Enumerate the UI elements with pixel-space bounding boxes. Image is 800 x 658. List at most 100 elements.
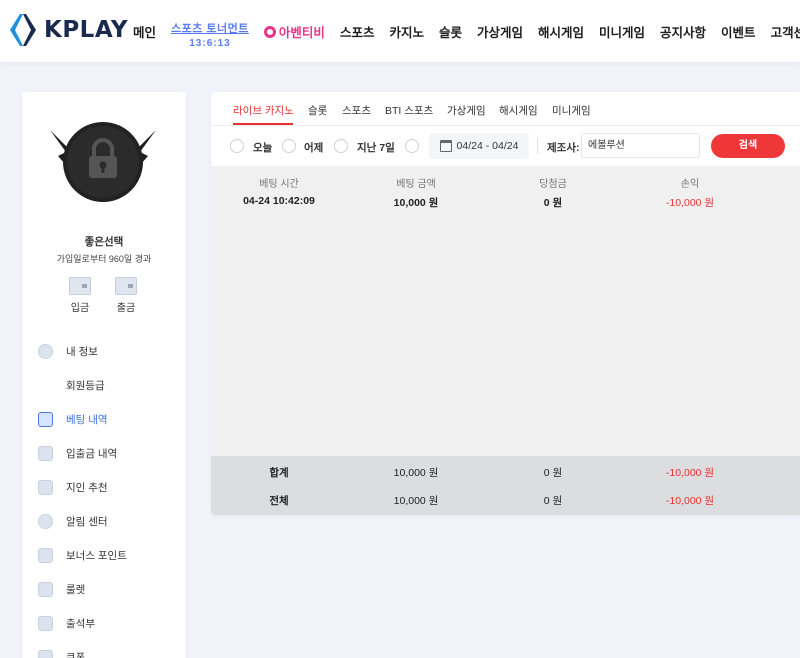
- game-tabs: 라이브 카지노 슬롯 스포츠 BTI 스포츠 가상게임 해시게임 미니게임: [211, 92, 800, 126]
- radio-yesterday[interactable]: [282, 139, 296, 153]
- nav-hash[interactable]: 해시게임: [538, 0, 584, 41]
- subtotal-winnings: 0 원: [543, 467, 563, 479]
- joined-days: 가입일로부터 960일 경과: [56, 254, 152, 264]
- main-nav: 메인 스포츠 토너먼트 13:6:13 아벤티비 스포츠 카지노 슬롯 가상게임…: [133, 0, 800, 62]
- menu-label: 출석부: [66, 617, 95, 630]
- radio-custom-range[interactable]: [405, 139, 419, 153]
- blank-icon: [38, 378, 53, 393]
- tab-live-casino[interactable]: 라이브 카지노: [233, 103, 294, 118]
- tab-hash[interactable]: 해시게임: [499, 103, 538, 118]
- total-label: 전체: [269, 495, 289, 507]
- tab-sports[interactable]: 스포츠: [342, 103, 371, 118]
- nav-event[interactable]: 이벤트: [721, 0, 756, 41]
- nav-sports[interactable]: 스포츠: [340, 0, 375, 41]
- bet-amount: 10,000 원: [393, 197, 439, 209]
- nav-support[interactable]: 고객센터: [771, 0, 800, 41]
- menu-coupon[interactable]: 쿠폰: [38, 640, 178, 658]
- mail-icon: [38, 479, 53, 495]
- document-icon: [38, 411, 53, 427]
- user-icon: [38, 343, 53, 359]
- kplay-logo[interactable]: KPLAY: [8, 12, 128, 48]
- check-icon: [38, 615, 53, 631]
- subtotal-label: 합계: [269, 467, 289, 479]
- last-7-days-label: 지난 7일: [357, 142, 395, 154]
- menu-label: 알림 센터: [66, 515, 108, 528]
- tab-bti-sports[interactable]: BTI 스포츠: [385, 103, 433, 118]
- total-winnings: 0 원: [543, 495, 563, 507]
- deposit-button[interactable]: 입금: [66, 277, 94, 314]
- withdraw-label: 출금: [116, 303, 136, 314]
- menu-transaction-history[interactable]: 입출금 내역: [38, 436, 178, 470]
- divider: [537, 138, 538, 154]
- live-icon: [263, 25, 276, 38]
- column-header: 손익: [680, 179, 700, 190]
- menu-bonus-points[interactable]: 보너스 포인트: [38, 538, 178, 572]
- radio-last-7-days[interactable]: [334, 139, 348, 153]
- menu-notifications[interactable]: 알림 센터: [38, 504, 178, 538]
- menu-label: 내 정보: [66, 345, 98, 358]
- top-header: KPLAY 메인 스포츠 토너먼트 13:6:13 아벤티비 스포츠 카지노 슬…: [0, 0, 800, 62]
- menu-attendance[interactable]: 출석부: [38, 606, 178, 640]
- nav-live-tv-label: 아벤티비: [278, 26, 325, 40]
- table-footer: 합계 10,000 원 0 원 -10,000 원 전체 10,000 원 0 …: [211, 456, 800, 515]
- column-header: 베팅 시간: [259, 179, 299, 190]
- betting-history-panel: 라이브 카지노 슬롯 스포츠 BTI 스포츠 가상게임 해시게임 미니게임 오늘…: [211, 92, 800, 515]
- wallet-icon: [38, 547, 53, 563]
- total-bet: 10,000 원: [393, 495, 439, 507]
- nav-main[interactable]: 메인: [133, 0, 156, 41]
- nav-virtual[interactable]: 가상게임: [477, 0, 523, 41]
- menu-label: 쿠폰: [66, 651, 86, 658]
- withdraw-button[interactable]: 출금: [112, 277, 140, 314]
- calendar-icon: [439, 140, 452, 152]
- radio-today[interactable]: [230, 139, 244, 153]
- total-profit: -10,000 원: [665, 495, 715, 507]
- bet-time: 04-24 10:42:09: [243, 195, 315, 207]
- deposit-label: 입금: [70, 303, 90, 314]
- provider-select[interactable]: 에볼루션: [581, 133, 700, 158]
- active-tab-indicator: [233, 123, 293, 125]
- tab-mini[interactable]: 미니게임: [552, 103, 591, 118]
- tournament-countdown: 13:6:13: [189, 38, 231, 49]
- nav-casino[interactable]: 카지노: [389, 0, 424, 41]
- menu-label: 베팅 내역: [66, 413, 108, 426]
- table-row[interactable]: 04-24 10:42:09 10,000 원 0 원 -10,000 원: [211, 195, 800, 219]
- nav-notice[interactable]: 공지사항: [660, 0, 706, 41]
- date-range-picker[interactable]: 04/24 - 04/24: [429, 133, 529, 159]
- logo-text: KPLAY: [44, 17, 129, 43]
- subtotal-profit: -10,000 원: [665, 467, 715, 479]
- account-sidebar: 좋은선택 가입일로부터 960일 경과 입금 출금 내 정보 회원등급 베팅 내…: [22, 92, 186, 658]
- nav-live-tv[interactable]: 아벤티비: [263, 0, 325, 41]
- wallet-icon: [69, 277, 91, 295]
- username: 좋은선택: [84, 236, 124, 248]
- menu-roulette[interactable]: 룰렛: [38, 572, 178, 606]
- menu-label: 입출금 내역: [66, 447, 118, 460]
- menu-member-level[interactable]: 회원등급: [38, 368, 178, 402]
- nav-slot[interactable]: 슬롯: [439, 0, 462, 41]
- today-label: 오늘: [253, 142, 273, 154]
- nav-sports-tournament-label: 스포츠 토너먼트: [171, 23, 249, 35]
- menu-referral[interactable]: 지인 추천: [38, 470, 178, 504]
- search-button[interactable]: 검색: [711, 134, 785, 158]
- yesterday-label: 어제: [304, 142, 324, 154]
- avatar: [50, 122, 156, 202]
- account-menu: 내 정보 회원등급 베팅 내역 입출금 내역 지인 추천 알림 센터 보너스 포…: [38, 334, 178, 658]
- provider-label: 제조사:: [547, 142, 580, 154]
- nav-mini[interactable]: 미니게임: [599, 0, 645, 41]
- tab-slot[interactable]: 슬롯: [308, 103, 327, 118]
- nav-sports-tournament[interactable]: 스포츠 토너먼트 13:6:13: [171, 0, 249, 49]
- menu-label: 보너스 포인트: [66, 549, 127, 562]
- menu-my-info[interactable]: 내 정보: [38, 334, 178, 368]
- date-range-value: 04/24 - 04/24: [456, 140, 519, 152]
- logo-mark-icon: [10, 14, 36, 46]
- column-header: 베팅 금액: [396, 179, 436, 190]
- menu-label: 회원등급: [66, 379, 105, 392]
- total-row: 전체 10,000 원 0 원 -10,000 원: [211, 489, 800, 513]
- menu-betting-history[interactable]: 베팅 내역: [38, 402, 178, 436]
- tab-virtual[interactable]: 가상게임: [447, 103, 486, 118]
- chat-icon: [38, 513, 53, 529]
- column-header: 당첨금: [539, 179, 567, 190]
- betting-table: 베팅 시간 베팅 금액 당첨금 손익 04-24 10:42:09 10,000…: [211, 166, 800, 456]
- menu-label: 룰렛: [66, 583, 86, 596]
- wallet-icon: [38, 445, 53, 461]
- table-header: 베팅 시간 베팅 금액 당첨금 손익: [211, 166, 800, 196]
